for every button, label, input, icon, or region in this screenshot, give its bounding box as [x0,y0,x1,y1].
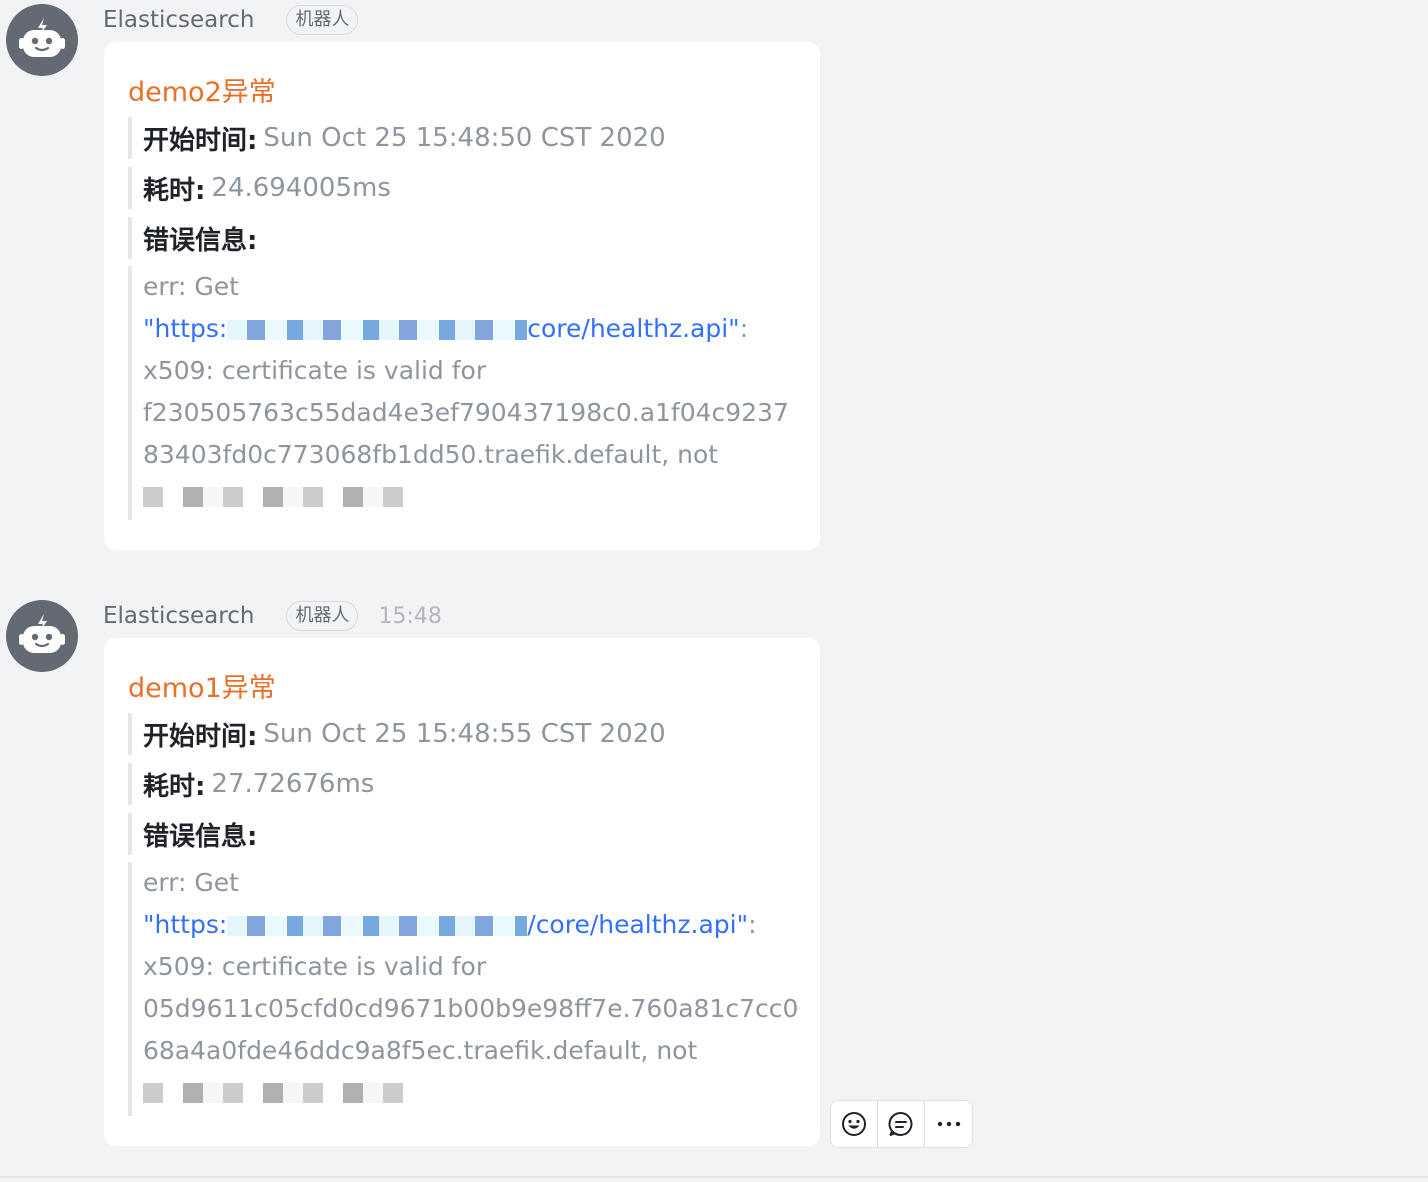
bot-tag: 机器人 [286,5,359,35]
error-line: err: Get [143,272,239,301]
url-prefix: "https: [143,910,228,939]
error-url-link[interactable]: "https: core/healthz.api" [143,314,740,343]
card-title: demo1异常 [128,673,276,704]
sender-name[interactable]: Elasticsearch [103,7,254,33]
message-action-bar [830,1100,973,1148]
field-error: 错误信息: [128,813,257,855]
start-time-label: 开始时间: [143,721,258,752]
redacted-text [143,1083,423,1103]
duration-value: 27.72676ms [211,769,375,799]
divider [0,1176,1428,1178]
field-start-time: 开始时间: Sun Oct 25 15:48:55 CST 2020 [128,713,666,755]
reaction-button[interactable] [831,1101,878,1147]
redacted-url [227,916,528,936]
duration-value: 24.694005ms [211,173,391,203]
start-time-value: Sun Oct 25 15:48:55 CST 2020 [263,719,666,749]
error-url-link[interactable]: "https: /core/healthz.api" [143,910,748,939]
alert-card: demo2异常 开始时间: Sun Oct 25 15:48:50 CST 20… [104,42,820,550]
reply-button[interactable] [878,1101,925,1147]
bot-avatar[interactable] [6,600,78,672]
message-time: 15:48 [378,603,442,629]
robot-icon [19,614,65,653]
reply-icon [888,1111,913,1137]
error-message: err: Get "https: /core/healthz.api": x509… [128,862,800,1116]
error-line: 83403fd0c773068fb1dd50.traefik.default, … [143,440,719,469]
field-error: 错误信息: [128,217,257,259]
redacted-text [143,487,423,507]
field-duration: 耗时: 24.694005ms [128,167,391,209]
error-line: x509: certificate is valid for [143,952,487,981]
card-title: demo2异常 [128,77,276,108]
url-suffix: /core/healthz.api" [527,910,749,939]
alert-card: demo1异常 开始时间: Sun Oct 25 15:48:55 CST 20… [104,638,820,1146]
error-url-line: "https: /core/healthz.api": [143,904,800,946]
bot-avatar[interactable] [6,4,78,76]
robot-icon [19,18,65,57]
error-label: 错误信息: [143,821,258,852]
start-time-value: Sun Oct 25 15:48:50 CST 2020 [263,123,666,153]
start-time-label: 开始时间: [143,125,258,156]
error-message: err: Get "https: core/healthz.api": x509:… [128,266,800,520]
field-start-time: 开始时间: Sun Oct 25 15:48:50 CST 2020 [128,117,666,159]
url-prefix: "https: [143,314,228,343]
url-colon: : [739,314,749,343]
field-duration: 耗时: 27.72676ms [128,763,374,805]
sender-name[interactable]: Elasticsearch [103,603,254,629]
message-meta: Elasticsearch 机器人 15:48 [103,601,442,631]
more-icon [937,1121,960,1127]
error-url-line: "https: core/healthz.api": [143,308,800,350]
message-meta: Elasticsearch 机器人 [103,5,359,35]
error-line: f230505763c55dad4e3ef790437198c0.a1f04c9… [143,398,789,427]
url-colon: : [748,910,757,939]
error-line: x509: certificate is valid for [143,356,487,385]
duration-label: 耗时: [143,175,206,206]
url-suffix: core/healthz.api" [527,314,740,343]
error-line: 05d9611c05cfd0cd9671b00b9e98ff7e.760a81c… [143,994,799,1023]
error-line: 68a4a0fde46ddc9a8f5ec.traefik.default, n… [143,1036,698,1065]
duration-label: 耗时: [143,771,206,802]
more-button[interactable] [925,1101,972,1147]
error-line: err: Get [143,868,239,897]
emoji-icon [842,1112,866,1136]
error-label: 错误信息: [143,225,258,256]
bot-tag: 机器人 [286,601,359,631]
redacted-url [227,320,528,340]
